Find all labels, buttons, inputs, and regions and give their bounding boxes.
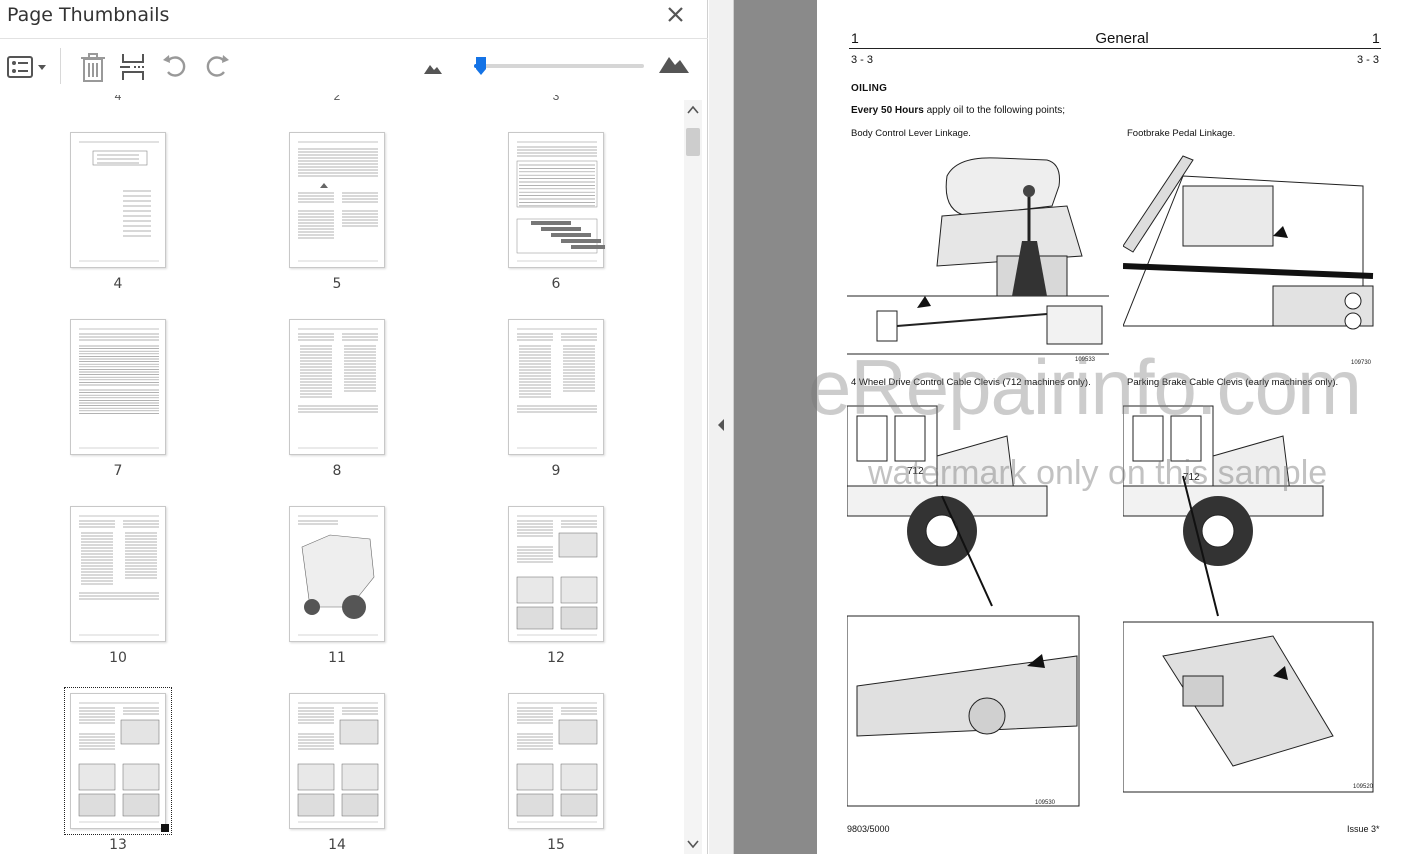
toolbar-separator — [60, 48, 61, 84]
undo-icon — [163, 55, 186, 77]
page-thumbnail[interactable] — [289, 693, 385, 829]
thumbnail-preview — [78, 702, 160, 823]
section-heading: OILING — [851, 83, 888, 94]
thumbnail-preview — [516, 141, 605, 262]
page-thumbnail[interactable] — [289, 506, 385, 642]
rotate-clockwise-button[interactable] — [200, 50, 234, 84]
thumbnail-preview — [298, 328, 378, 449]
thumbnail-preview — [79, 141, 159, 262]
watermark-text: eRepairinfo.com — [808, 343, 1362, 431]
intro-rest: apply oil to the following points; — [923, 105, 1066, 116]
small-mountain-icon[interactable] — [423, 61, 443, 75]
thumbnail-list: 4 2 3 4 5 6 7 8 9 10 11 12 13 14 15 — [0, 95, 684, 854]
footer-issue: Issue 3* — [1347, 824, 1380, 834]
thumbnail-preview — [79, 515, 159, 636]
figure-footbrake-linkage: 109730 — [1123, 155, 1374, 364]
thumbnail-page-number: 12 — [547, 650, 565, 666]
page-thumbnail[interactable] — [508, 506, 604, 642]
page-thumbnails-panel: Page Thumbnails 4 2 3 4 5 6 7 8 9 10 11 … — [0, 0, 708, 854]
caption-footbrake: Footbrake Pedal Linkage. — [1127, 128, 1236, 139]
thumbnail-scrollbar[interactable] — [684, 100, 702, 854]
page-thumbnail[interactable] — [508, 132, 605, 268]
thumbnail-page-number: 7 — [113, 463, 123, 479]
thumbnail-page-number: 6 — [551, 276, 561, 292]
page-thumbnail[interactable] — [508, 319, 604, 455]
watermark-subtext: watermark only on this sample — [868, 454, 1328, 492]
close-icon — [668, 7, 683, 22]
thumbnail-preview — [298, 515, 378, 636]
intro-text: Every 50 Hours apply oil to the followin… — [851, 105, 1065, 116]
selection-handle — [161, 824, 169, 832]
scroll-up-icon[interactable] — [686, 104, 700, 116]
header-title: General — [1095, 30, 1149, 47]
thumbnail-page-number: 10 — [109, 650, 127, 666]
zoom-slider-track[interactable] — [474, 64, 644, 68]
insert-page-button[interactable] — [116, 50, 150, 84]
page-thumbnail[interactable] — [70, 506, 166, 642]
panel-header: Page Thumbnails — [0, 0, 708, 38]
rotate-counterclockwise-button[interactable] — [158, 50, 192, 84]
page-thumbnail[interactable] — [64, 687, 172, 835]
page-ref-left: 3 - 3 — [851, 54, 874, 66]
partial-page-number: 2 — [333, 95, 341, 103]
partial-page-number: 4 — [114, 95, 122, 103]
thumbnail-page-number: 11 — [328, 650, 346, 666]
thumbnail-preview — [297, 702, 379, 823]
thumbnail-options-icon — [7, 56, 46, 78]
figure-ref-3: 109530 — [1035, 800, 1056, 806]
panel-splitter[interactable] — [709, 0, 734, 854]
page-ref-right: 3 - 3 — [1357, 54, 1380, 66]
zoom-slider-handle[interactable] — [475, 56, 487, 76]
trash-icon — [81, 53, 105, 82]
page-thumbnail[interactable] — [508, 693, 604, 829]
thumbnail-page-number: 4 — [113, 276, 123, 292]
header-section-number-right: 1 — [1372, 30, 1380, 46]
thumbnail-preview — [79, 328, 159, 449]
figure-body-control-lever: 109533 — [847, 157, 1109, 363]
intro-bold: Every 50 Hours — [851, 105, 924, 116]
thumbnail-page-number: 15 — [547, 837, 565, 853]
thumbnail-page-number: 5 — [332, 276, 342, 292]
insert-page-icon — [120, 54, 146, 80]
scrollbar-thumb[interactable] — [686, 128, 700, 156]
collapse-panel-icon[interactable] — [716, 418, 726, 432]
header-section-number: 1 — [851, 30, 859, 46]
large-mountain-icon[interactable] — [658, 52, 690, 74]
close-panel-button[interactable] — [662, 2, 688, 28]
caption-body-control: Body Control Lever Linkage. — [851, 128, 971, 139]
footer-doc-number: 9803/5000 — [847, 824, 890, 834]
thumbnail-preview — [516, 702, 598, 823]
thumbnail-page-number: 14 — [328, 837, 346, 853]
redo-icon — [206, 55, 229, 77]
thumbnail-page-number: 8 — [332, 463, 342, 479]
scroll-down-icon[interactable] — [686, 838, 700, 850]
thumbnail-preview — [298, 141, 378, 262]
page-thumbnail[interactable] — [70, 132, 166, 268]
thumbnail-toolbar — [0, 38, 708, 94]
delete-page-button[interactable] — [76, 50, 110, 84]
figure-ref-4: 109520 — [1353, 784, 1374, 790]
page-thumbnail[interactable] — [289, 319, 385, 455]
page-thumbnail[interactable] — [70, 319, 166, 455]
thumbnail-page-number: 13 — [109, 837, 127, 853]
page-thumbnail[interactable] — [289, 132, 385, 268]
thumbnail-options-button[interactable] — [4, 50, 50, 84]
thumbnail-preview — [517, 328, 597, 449]
thumbnail-page-number: 9 — [551, 463, 561, 479]
partial-page-number: 3 — [552, 95, 560, 103]
header-rule — [849, 48, 1381, 49]
thumbnail-preview — [516, 515, 598, 636]
panel-title: Page Thumbnails — [7, 4, 170, 26]
